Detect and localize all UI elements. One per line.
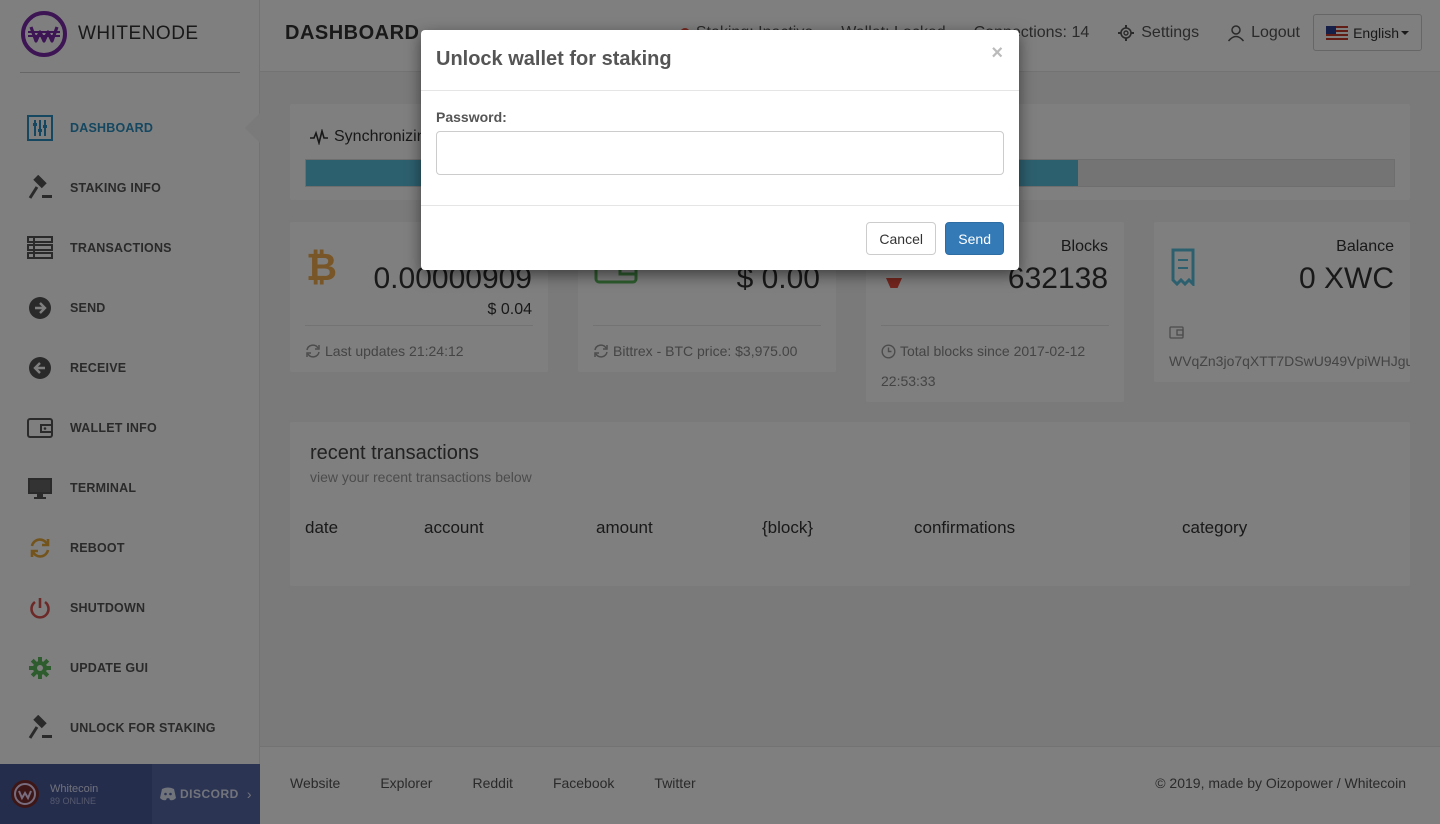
modal-footer: Cancel Send: [421, 205, 1019, 270]
modal-header: Unlock wallet for staking ×: [421, 30, 1019, 91]
modal-title: Unlock wallet for staking: [436, 48, 672, 70]
modal-body: Password:: [421, 91, 1019, 205]
unlock-wallet-modal: Unlock wallet for staking × Password: Ca…: [421, 30, 1019, 270]
close-icon[interactable]: ×: [991, 42, 1003, 65]
send-button[interactable]: Send: [945, 222, 1004, 255]
cancel-button[interactable]: Cancel: [866, 222, 936, 255]
password-input[interactable]: [436, 131, 1004, 175]
password-label: Password:: [436, 109, 507, 125]
